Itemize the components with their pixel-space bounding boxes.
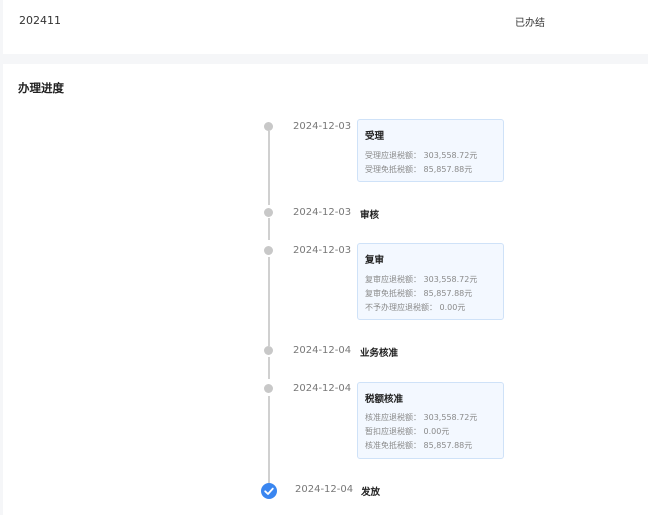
step-date: 2024-12-03 <box>293 121 352 132</box>
step-label: 审核 <box>360 210 380 221</box>
timeline-dot <box>264 384 273 393</box>
detail-line: 不予办理应退税额： 0.00元 <box>365 303 466 312</box>
detail-line: 复审免抵税额： 85,857.88元 <box>365 289 473 298</box>
detail-line: 暂扣应退税额： 0.00元 <box>365 427 450 436</box>
step-date: 2024-12-03 <box>293 245 352 256</box>
timeline-dot <box>264 346 273 355</box>
timeline-line <box>268 257 270 346</box>
detail-line: 受理应退税额： 303,558.72元 <box>365 151 478 160</box>
timeline-line <box>268 357 270 379</box>
step-detail-box: 复审 复审应退税额： 303,558.72元 复审免抵税额： 85,857.88… <box>357 243 504 320</box>
detail-line: 核准免抵税额： 85,857.88元 <box>365 441 473 450</box>
step-label: 业务核准 <box>360 348 399 359</box>
status-text: 已办结 <box>515 18 545 29</box>
step-detail-box: 税额核准 核准应退税额： 303,558.72元 暂扣应退税额： 0.00元 核… <box>357 382 504 459</box>
section-title: 办理进度 <box>18 81 64 95</box>
detail-line: 受理免抵税额： 85,857.88元 <box>365 165 473 174</box>
timeline-line <box>268 218 270 240</box>
tax-period: 202411 <box>19 14 61 27</box>
step-date: 2024-12-04 <box>293 383 352 394</box>
timeline-line <box>268 396 270 484</box>
detail-line: 核准应退税额： 303,558.72元 <box>365 413 478 422</box>
step-label: 复审 <box>365 255 385 266</box>
step-date: 2024-12-04 <box>293 345 352 356</box>
timeline-dot <box>264 208 273 217</box>
timeline-dot <box>264 122 273 131</box>
progress-card: 办理进度 2024-12-03 受理 受理应退税额： 303,558.72元 受… <box>3 64 648 515</box>
detail-line: 复审应退税额： 303,558.72元 <box>365 275 478 284</box>
step-label: 税额核准 <box>365 394 404 405</box>
step-label: 受理 <box>365 131 385 142</box>
step-label: 发放 <box>361 487 381 498</box>
step-detail-box: 受理 受理应退税额： 303,558.72元 受理免抵税额： 85,857.88… <box>357 119 504 182</box>
application-summary-card: 202411 已办结 <box>3 0 648 54</box>
check-circle-icon <box>261 483 277 499</box>
timeline-dot <box>264 246 273 255</box>
step-date: 2024-12-04 <box>295 484 354 495</box>
timeline-line <box>268 131 270 205</box>
step-date: 2024-12-03 <box>293 207 352 218</box>
